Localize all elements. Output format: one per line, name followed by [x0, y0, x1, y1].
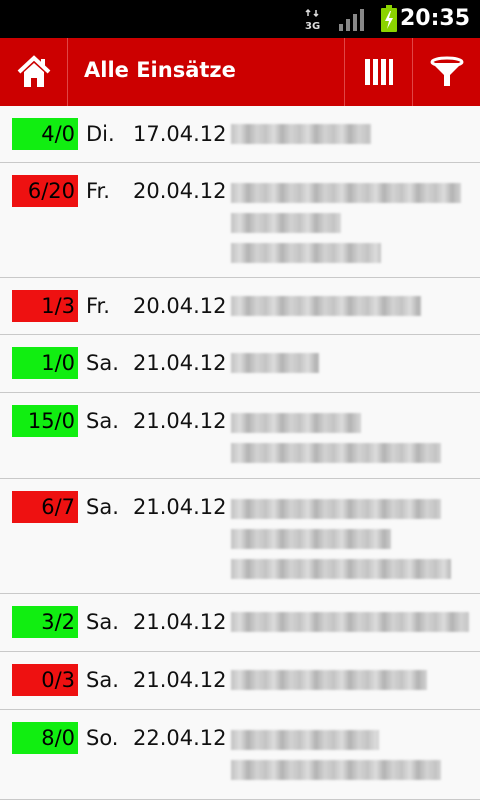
weekday: Fr.	[86, 179, 110, 203]
list-item[interactable]: 3/2 Sa. 21.04.12	[0, 594, 480, 652]
columns-button[interactable]	[344, 38, 412, 106]
date: 20.04.12	[133, 294, 227, 318]
count-badge: 8/0	[12, 722, 78, 754]
list-item[interactable]: 1/0 Sa. 21.04.12	[0, 335, 480, 393]
date: 17.04.12	[133, 122, 227, 146]
redacted-text	[231, 559, 451, 579]
page-title: Alle Einsätze	[84, 58, 236, 82]
count-badge: 0/3	[12, 664, 78, 696]
mission-list: 4/0 Di. 17.04.12 6/20 Fr. 20.04.12 1/3 F…	[0, 106, 480, 800]
weekday: Sa.	[86, 610, 119, 634]
redacted-text	[231, 413, 361, 433]
svg-text:3G: 3G	[305, 21, 320, 32]
count-badge: 1/3	[12, 290, 78, 322]
home-icon	[17, 55, 50, 87]
weekday: So.	[86, 726, 119, 750]
status-bar: 3G 20:35	[0, 0, 480, 38]
redacted-text	[231, 243, 381, 263]
date: 20.04.12	[133, 179, 227, 203]
list-item[interactable]: 6/20 Fr. 20.04.12	[0, 163, 480, 278]
3g-icon: 3G	[305, 8, 320, 32]
columns-icon	[364, 59, 393, 85]
home-button[interactable]	[0, 38, 68, 106]
redacted-text	[231, 670, 427, 690]
redacted-text	[231, 353, 319, 373]
count-badge: 3/2	[12, 606, 78, 638]
date: 21.04.12	[133, 409, 227, 433]
weekday: Fr.	[86, 294, 110, 318]
list-item[interactable]: 1/3 Fr. 20.04.12	[0, 278, 480, 335]
date: 21.04.12	[133, 495, 227, 519]
action-bar: Alle Einsätze	[0, 38, 480, 106]
count-badge: 6/7	[12, 491, 78, 523]
list-item[interactable]: 8/0 So. 22.04.12	[0, 710, 480, 800]
date: 21.04.12	[133, 668, 227, 692]
count-badge: 15/0	[12, 405, 78, 437]
redacted-text	[231, 183, 461, 203]
weekday: Sa.	[86, 668, 119, 692]
count-badge: 1/0	[12, 347, 78, 379]
count-badge: 6/20	[12, 175, 78, 207]
redacted-text	[231, 730, 379, 750]
weekday: Di.	[86, 122, 115, 146]
redacted-text	[231, 213, 341, 233]
clock: 20:35	[399, 6, 470, 31]
signal-icon	[339, 9, 364, 31]
battery-charging-icon	[381, 5, 397, 32]
redacted-text	[231, 124, 371, 144]
list-item[interactable]: 4/0 Di. 17.04.12	[0, 106, 480, 163]
weekday: Sa.	[86, 409, 119, 433]
redacted-text	[231, 296, 421, 316]
date: 22.04.12	[133, 726, 227, 750]
filter-icon	[430, 56, 463, 86]
list-item[interactable]: 0/3 Sa. 21.04.12	[0, 652, 480, 710]
date: 21.04.12	[133, 351, 227, 375]
redacted-text	[231, 760, 441, 780]
redacted-text	[231, 499, 441, 519]
list-item[interactable]: 6/7 Sa. 21.04.12	[0, 479, 480, 594]
list-item[interactable]: 15/0 Sa. 21.04.12	[0, 393, 480, 479]
count-badge: 4/0	[12, 118, 78, 150]
redacted-text	[231, 529, 391, 549]
date: 21.04.12	[133, 610, 227, 634]
redacted-text	[231, 612, 469, 632]
weekday: Sa.	[86, 351, 119, 375]
weekday: Sa.	[86, 495, 119, 519]
filter-button[interactable]	[412, 38, 480, 106]
redacted-text	[231, 443, 441, 463]
